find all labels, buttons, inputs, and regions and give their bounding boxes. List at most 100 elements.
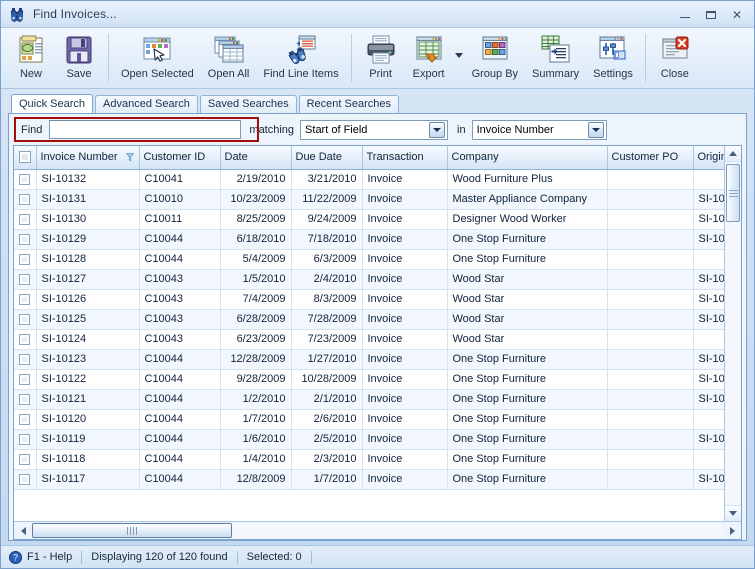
column-header-invoice-number[interactable]: Invoice Number (36, 146, 140, 170)
cell-original: SI-10071 (693, 189, 724, 210)
row-select-cell[interactable] (14, 369, 37, 390)
column-header-customer-id[interactable]: Customer ID (139, 146, 221, 170)
row-select-cell[interactable] (14, 329, 37, 350)
close-window-button[interactable]: ✕ (724, 5, 750, 25)
vertical-scrollbar[interactable] (724, 146, 741, 521)
row-checkbox[interactable] (19, 413, 31, 425)
search-field-select[interactable]: Invoice Number (471, 119, 607, 140)
table-row[interactable]: SI-10118 C10044 1/4/2010 2/3/2010 Invoice One… (14, 449, 724, 470)
table-row[interactable]: SI-10129 C10044 6/18/2010 7/18/2010 Invoice O… (14, 229, 724, 250)
table-row[interactable]: SI-10127 C10043 1/5/2010 2/4/2010 Invoice Woo… (14, 269, 724, 290)
search-input[interactable] (49, 120, 242, 139)
horizontal-scrollbar[interactable] (14, 521, 741, 539)
print-button[interactable]: Print (357, 31, 405, 85)
horizontal-scrollbar-track[interactable] (32, 523, 723, 538)
minimize-button[interactable] (672, 5, 698, 25)
row-checkbox[interactable] (19, 333, 31, 345)
row-select-cell[interactable] (14, 189, 37, 210)
table-row[interactable]: SI-10128 C10044 5/4/2009 6/3/2009 Invoice One… (14, 249, 724, 270)
selected-count: Selected: 0 (246, 551, 302, 563)
row-checkbox[interactable] (19, 473, 31, 485)
row-select-cell[interactable] (14, 309, 37, 330)
column-header-transaction-label: Transaction (366, 151, 424, 164)
row-checkbox[interactable] (19, 273, 31, 285)
settings-button[interactable]: Settings (586, 31, 640, 85)
close-button[interactable]: Close (651, 31, 699, 85)
row-select-cell[interactable] (14, 209, 37, 230)
table-row[interactable]: SI-10117 C10044 12/8/2009 1/7/2010 Invoice On… (14, 469, 724, 490)
row-checkbox[interactable] (19, 393, 31, 405)
matching-mode-select[interactable]: Start of Field (300, 119, 449, 140)
maximize-button[interactable] (698, 5, 724, 25)
table-row[interactable]: SI-10130 C10011 8/25/2009 9/24/2009 Invoice D… (14, 209, 724, 230)
row-checkbox[interactable] (19, 353, 31, 365)
tab-advanced-search[interactable]: Advanced Search (95, 95, 198, 113)
row-select-cell[interactable] (14, 449, 37, 470)
row-checkbox[interactable] (19, 453, 31, 465)
table-row[interactable]: SI-10132 C10041 2/19/2010 3/21/2010 Invoice W… (14, 169, 724, 190)
row-checkbox[interactable] (19, 373, 31, 385)
chevron-down-icon[interactable] (429, 122, 446, 138)
column-header-customer-po[interactable]: Customer PO (607, 146, 694, 170)
open-all-button[interactable]: Open All (201, 31, 257, 85)
row-checkbox[interactable] (19, 193, 31, 205)
table-row[interactable]: SI-10123 C10044 12/28/2009 1/27/2010 Invoice… (14, 349, 724, 370)
chevron-down-icon[interactable] (587, 122, 604, 138)
table-row[interactable]: SI-10119 C10044 1/6/2010 2/5/2010 Invoice One… (14, 429, 724, 450)
vertical-scrollbar-thumb[interactable] (726, 164, 740, 222)
cell-date: 1/5/2010 (220, 269, 292, 290)
row-checkbox[interactable] (19, 293, 31, 305)
scroll-down-button[interactable] (725, 505, 741, 521)
row-checkbox[interactable] (19, 313, 31, 325)
scroll-right-button[interactable] (724, 523, 740, 539)
table-row[interactable]: SI-10122 C10044 9/28/2009 10/28/2009 Invoice… (14, 369, 724, 390)
column-header-original-order[interactable]: Original Or (693, 146, 724, 170)
table-row[interactable]: SI-10125 C10043 6/28/2009 7/28/2009 Invoice W… (14, 309, 724, 330)
row-select-cell[interactable] (14, 429, 37, 450)
select-all-checkbox[interactable] (18, 151, 31, 164)
scroll-left-button[interactable] (15, 523, 31, 539)
row-checkbox[interactable] (19, 213, 31, 225)
tab-recent-searches[interactable]: Recent Searches (298, 95, 399, 113)
row-checkbox[interactable] (19, 173, 31, 185)
find-line-items-button[interactable]: Find Line Items (256, 31, 345, 85)
column-header-due-date[interactable]: Due Date (291, 146, 363, 170)
horizontal-scrollbar-thumb[interactable] (32, 523, 232, 538)
new-button[interactable]: New (7, 31, 55, 85)
displaying-count: Displaying 120 of 120 found (91, 551, 228, 563)
select-all-header[interactable] (14, 146, 37, 170)
scroll-up-button[interactable] (725, 146, 741, 162)
row-select-cell[interactable] (14, 249, 37, 270)
vertical-scrollbar-track[interactable] (725, 162, 741, 505)
save-button[interactable]: Save (55, 31, 103, 85)
row-select-cell[interactable] (14, 389, 37, 410)
table-row[interactable]: SI-10124 C10043 6/23/2009 7/23/2009 Invoice W… (14, 329, 724, 350)
row-select-cell[interactable] (14, 169, 37, 190)
row-select-cell[interactable] (14, 269, 37, 290)
table-row[interactable]: SI-10131 C10010 10/23/2009 11/22/2009 Invoic… (14, 189, 724, 210)
help-label[interactable]: F1 - Help (27, 551, 72, 563)
export-button[interactable]: Export (405, 31, 453, 85)
row-checkbox[interactable] (19, 233, 31, 245)
summary-button[interactable]: Summary (525, 31, 586, 85)
row-select-cell[interactable] (14, 289, 37, 310)
table-row[interactable]: SI-10121 C10044 1/2/2010 2/1/2010 Invoice One… (14, 389, 724, 410)
tab-quick-search[interactable]: Quick Search (11, 94, 94, 113)
export-dropdown-button[interactable] (453, 31, 465, 85)
column-header-transaction[interactable]: Transaction (362, 146, 448, 170)
cell-invoice: SI-10127 (36, 269, 140, 290)
row-checkbox[interactable] (19, 253, 31, 265)
open-selected-button[interactable]: Open Selected (114, 31, 201, 85)
column-header-company[interactable]: Company (447, 146, 608, 170)
row-select-cell[interactable] (14, 469, 37, 490)
row-checkbox[interactable] (19, 433, 31, 445)
cell-original: SI-10122 (693, 349, 724, 370)
row-select-cell[interactable] (14, 409, 37, 430)
column-header-date[interactable]: Date (220, 146, 292, 170)
row-select-cell[interactable] (14, 349, 37, 370)
tab-saved-searches[interactable]: Saved Searches (199, 95, 297, 113)
table-row[interactable]: SI-10126 C10043 7/4/2009 8/3/2009 Invoice Woo… (14, 289, 724, 310)
row-select-cell[interactable] (14, 229, 37, 250)
table-row[interactable]: SI-10120 C10044 1/7/2010 2/6/2010 Invoice One… (14, 409, 724, 430)
group-by-button[interactable]: Group By (465, 31, 525, 85)
